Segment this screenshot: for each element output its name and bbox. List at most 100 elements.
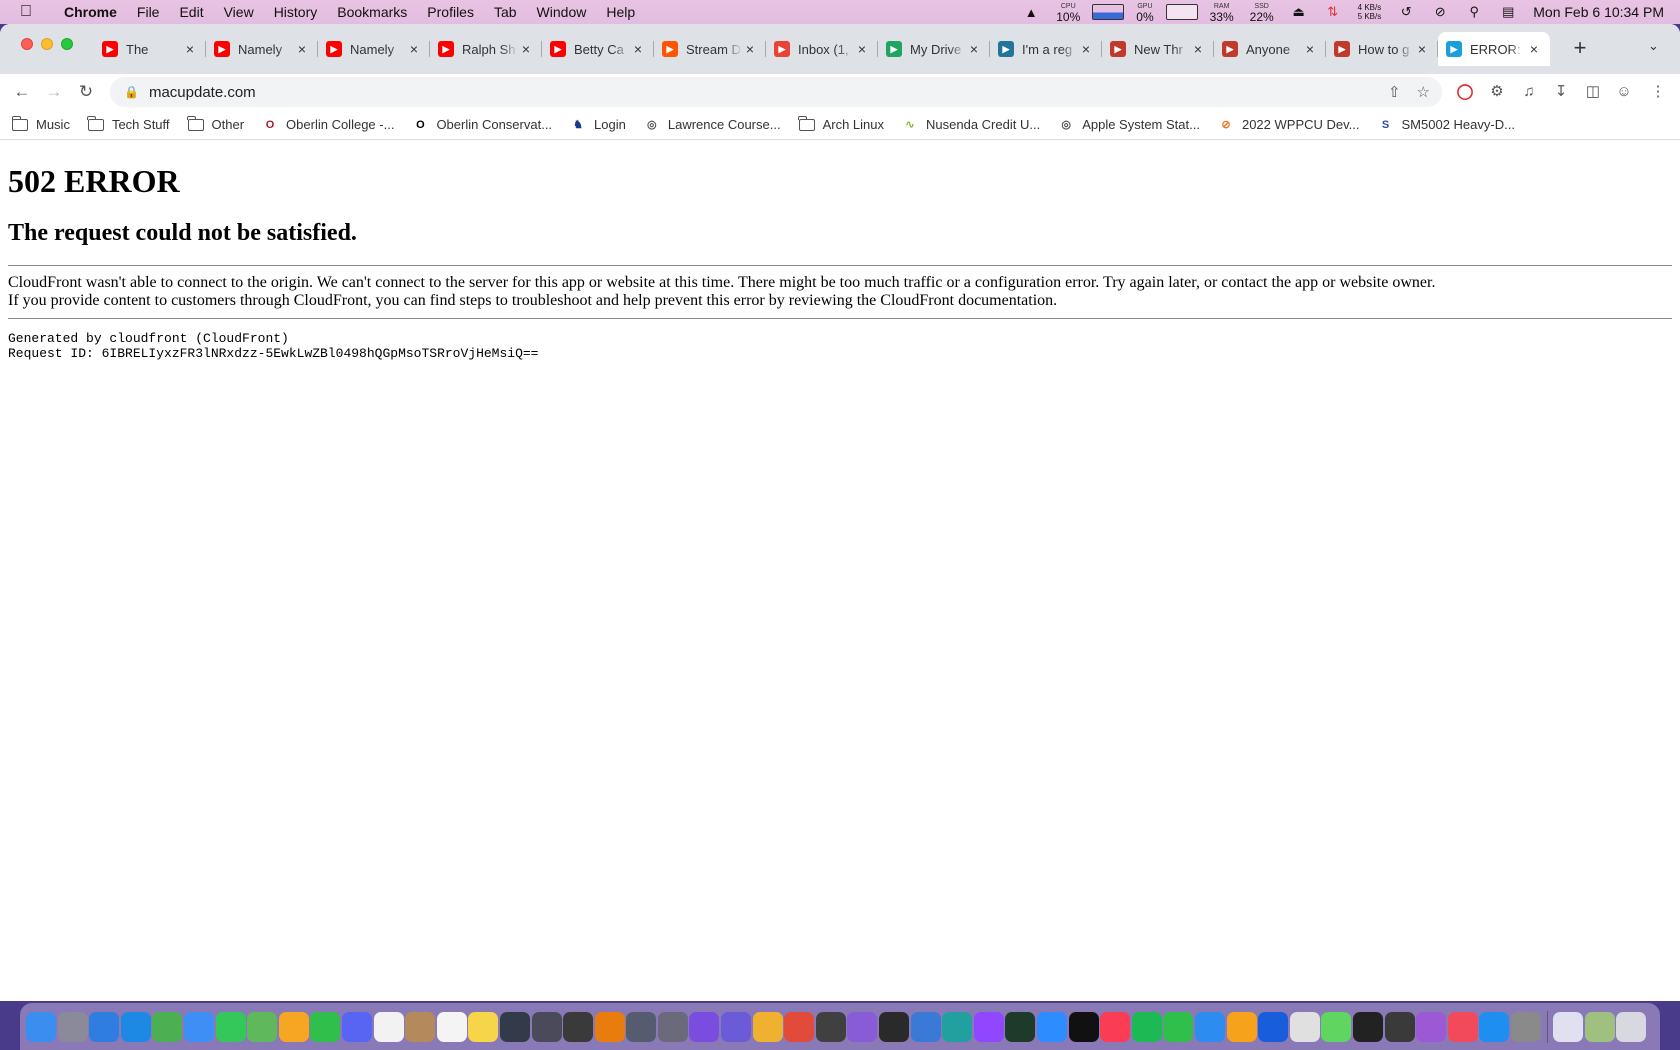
tab-close-icon[interactable]: × bbox=[294, 41, 310, 57]
tab-5[interactable]: ▶ Stream D × bbox=[654, 32, 766, 66]
tab-8[interactable]: ▶ I'm a reg × bbox=[990, 32, 1102, 66]
trash-icon[interactable] bbox=[1616, 1011, 1647, 1042]
window-minimize-button[interactable] bbox=[41, 38, 53, 50]
bookmark-5[interactable]: ♞ Login bbox=[570, 117, 626, 132]
tab-9[interactable]: ▶ New Thr × bbox=[1102, 32, 1214, 66]
keynote-icon[interactable] bbox=[1194, 1011, 1225, 1042]
bookmark-7[interactable]: Arch Linux bbox=[798, 115, 884, 132]
app-icon[interactable] bbox=[657, 1011, 688, 1042]
app-icon[interactable] bbox=[752, 1011, 783, 1042]
tab-7[interactable]: ▶ My Drive × bbox=[878, 32, 990, 66]
reminders-icon[interactable] bbox=[436, 1011, 467, 1042]
menu-app-chrome[interactable]: Chrome bbox=[54, 4, 127, 20]
tab-close-icon[interactable]: × bbox=[1302, 41, 1318, 57]
ram-stat[interactable]: RAM 33% bbox=[1210, 2, 1234, 23]
tab-close-icon[interactable]: × bbox=[854, 41, 870, 57]
menu-clock[interactable]: Mon Feb 6 10:34 PM bbox=[1533, 4, 1664, 20]
calendar-icon[interactable] bbox=[373, 1011, 404, 1042]
zoom-icon[interactable] bbox=[1037, 1011, 1067, 1042]
appstore-icon[interactable] bbox=[1479, 1011, 1510, 1042]
app-icon[interactable] bbox=[626, 1011, 657, 1042]
tab-close-icon[interactable]: × bbox=[1526, 41, 1542, 57]
tab-2[interactable]: ▶ Namely × bbox=[318, 32, 430, 66]
tab-6[interactable]: ▶ Inbox (1, × bbox=[766, 32, 878, 66]
menu-window[interactable]: Window bbox=[527, 4, 597, 20]
window-close-button[interactable] bbox=[21, 38, 33, 50]
extensions-puzzle-icon[interactable]: ⚙ bbox=[1485, 80, 1509, 104]
cpu-graph[interactable] bbox=[1092, 4, 1125, 20]
contacts-icon[interactable] bbox=[405, 1011, 436, 1042]
maps-icon[interactable] bbox=[247, 1011, 278, 1042]
bookmark-9[interactable]: ◎ Apple System Stat... bbox=[1058, 117, 1200, 132]
window-zoom-button[interactable] bbox=[61, 38, 73, 50]
tab-close-icon[interactable]: × bbox=[1414, 41, 1430, 57]
tab-3[interactable]: ▶ Ralph Sh × bbox=[430, 32, 542, 66]
media-controls-icon[interactable]: ♫ bbox=[1517, 80, 1541, 104]
lock-icon[interactable]: 🔒 bbox=[124, 85, 139, 99]
app-icon[interactable] bbox=[531, 1011, 562, 1042]
tab-11[interactable]: ▶ How to g × bbox=[1326, 32, 1438, 66]
gpu-stat[interactable]: GPU 0% bbox=[1136, 2, 1153, 23]
podcasts-icon[interactable] bbox=[1416, 1011, 1447, 1042]
tab-close-icon[interactable]: × bbox=[518, 41, 534, 57]
bitwarden-icon[interactable] bbox=[1258, 1011, 1289, 1042]
tab-close-icon[interactable]: × bbox=[406, 41, 422, 57]
ssd-stat[interactable]: SSD 22% bbox=[1250, 2, 1274, 23]
side-panel-icon[interactable]: ◫ bbox=[1581, 80, 1605, 104]
gpu-graph[interactable] bbox=[1165, 4, 1198, 20]
menu-bookmarks[interactable]: Bookmarks bbox=[327, 4, 417, 20]
davinci-icon[interactable] bbox=[499, 1011, 530, 1042]
arc-icon[interactable] bbox=[689, 1011, 720, 1042]
eject-icon[interactable]: ⏏ bbox=[1288, 4, 1310, 20]
address-bar[interactable]: 🔒 macupdate.com ⇧ ☆ bbox=[110, 77, 1442, 107]
bookmark-6[interactable]: ◎ Lawrence Course... bbox=[644, 117, 781, 132]
control-center-icon[interactable]: ▤ bbox=[1497, 4, 1519, 20]
forward-arrow-icon[interactable]: → bbox=[42, 80, 66, 104]
safari-icon[interactable] bbox=[120, 1011, 151, 1042]
address-url[interactable]: macupdate.com bbox=[149, 84, 256, 101]
finder-icon[interactable] bbox=[26, 1011, 56, 1042]
twitch-icon[interactable] bbox=[973, 1011, 1004, 1042]
cpu-stat[interactable]: CPU 10% bbox=[1056, 2, 1080, 23]
settings-icon[interactable] bbox=[1510, 1011, 1541, 1042]
bookmark-8[interactable]: ∿ Nusenda Credit U... bbox=[902, 117, 1040, 132]
tab-close-icon[interactable]: × bbox=[966, 41, 982, 57]
preview-icon[interactable] bbox=[1289, 1011, 1320, 1042]
tab-12[interactable]: ▶ ERROR: × bbox=[1438, 32, 1550, 66]
spotify-icon[interactable] bbox=[1131, 1011, 1162, 1042]
more-menu-icon[interactable]: ⋮ bbox=[1646, 80, 1670, 104]
wifi-off-icon[interactable]: ⊘ bbox=[1429, 4, 1451, 20]
musescore-icon[interactable] bbox=[721, 1011, 752, 1042]
terminal-icon[interactable] bbox=[1352, 1011, 1383, 1042]
menu-edit[interactable]: Edit bbox=[169, 4, 213, 20]
tab-0[interactable]: ▶ The × bbox=[94, 32, 206, 66]
app-icon[interactable] bbox=[563, 1011, 594, 1042]
mail-icon[interactable] bbox=[183, 1011, 214, 1042]
files-icon[interactable] bbox=[89, 1011, 120, 1042]
spotlight-search-icon[interactable]: ⚲ bbox=[1463, 4, 1485, 20]
bookmark-4[interactable]: O Oberlin Conservat... bbox=[412, 117, 552, 132]
messages-icon[interactable] bbox=[215, 1011, 246, 1042]
menu-file[interactable]: File bbox=[127, 4, 170, 20]
downloads-icon[interactable] bbox=[1553, 1011, 1584, 1042]
app-icon[interactable] bbox=[910, 1011, 941, 1042]
discord-icon[interactable] bbox=[341, 1011, 372, 1042]
menu-profiles[interactable]: Profiles bbox=[417, 4, 484, 20]
launchpad-icon[interactable] bbox=[57, 1011, 88, 1042]
bookmark-0[interactable]: Music bbox=[11, 115, 70, 132]
tab-10[interactable]: ▶ Anyone × bbox=[1214, 32, 1326, 66]
news-icon[interactable] bbox=[1447, 1011, 1478, 1042]
profile-avatar-icon[interactable]: ☺ bbox=[1612, 80, 1636, 104]
time-machine-icon[interactable]: ↺ bbox=[1395, 4, 1417, 20]
tab-close-icon[interactable]: × bbox=[742, 41, 758, 57]
chrome-icon[interactable] bbox=[152, 1011, 183, 1042]
tab-4[interactable]: ▶ Betty Ca × bbox=[542, 32, 654, 66]
status-app-icon[interactable]: ▲ bbox=[1020, 5, 1042, 20]
tab-search-chevron-icon[interactable]: ⌄ bbox=[1648, 38, 1659, 54]
app-icon[interactable] bbox=[847, 1011, 878, 1042]
app-icon[interactable] bbox=[1321, 1011, 1352, 1042]
tab-close-icon[interactable]: × bbox=[182, 41, 198, 57]
bookmark-10[interactable]: ⊘ 2022 WPPCU Dev... bbox=[1218, 117, 1359, 132]
back-arrow-icon[interactable]: ← bbox=[10, 80, 34, 104]
downloads-icon[interactable]: ↧ bbox=[1549, 80, 1573, 104]
